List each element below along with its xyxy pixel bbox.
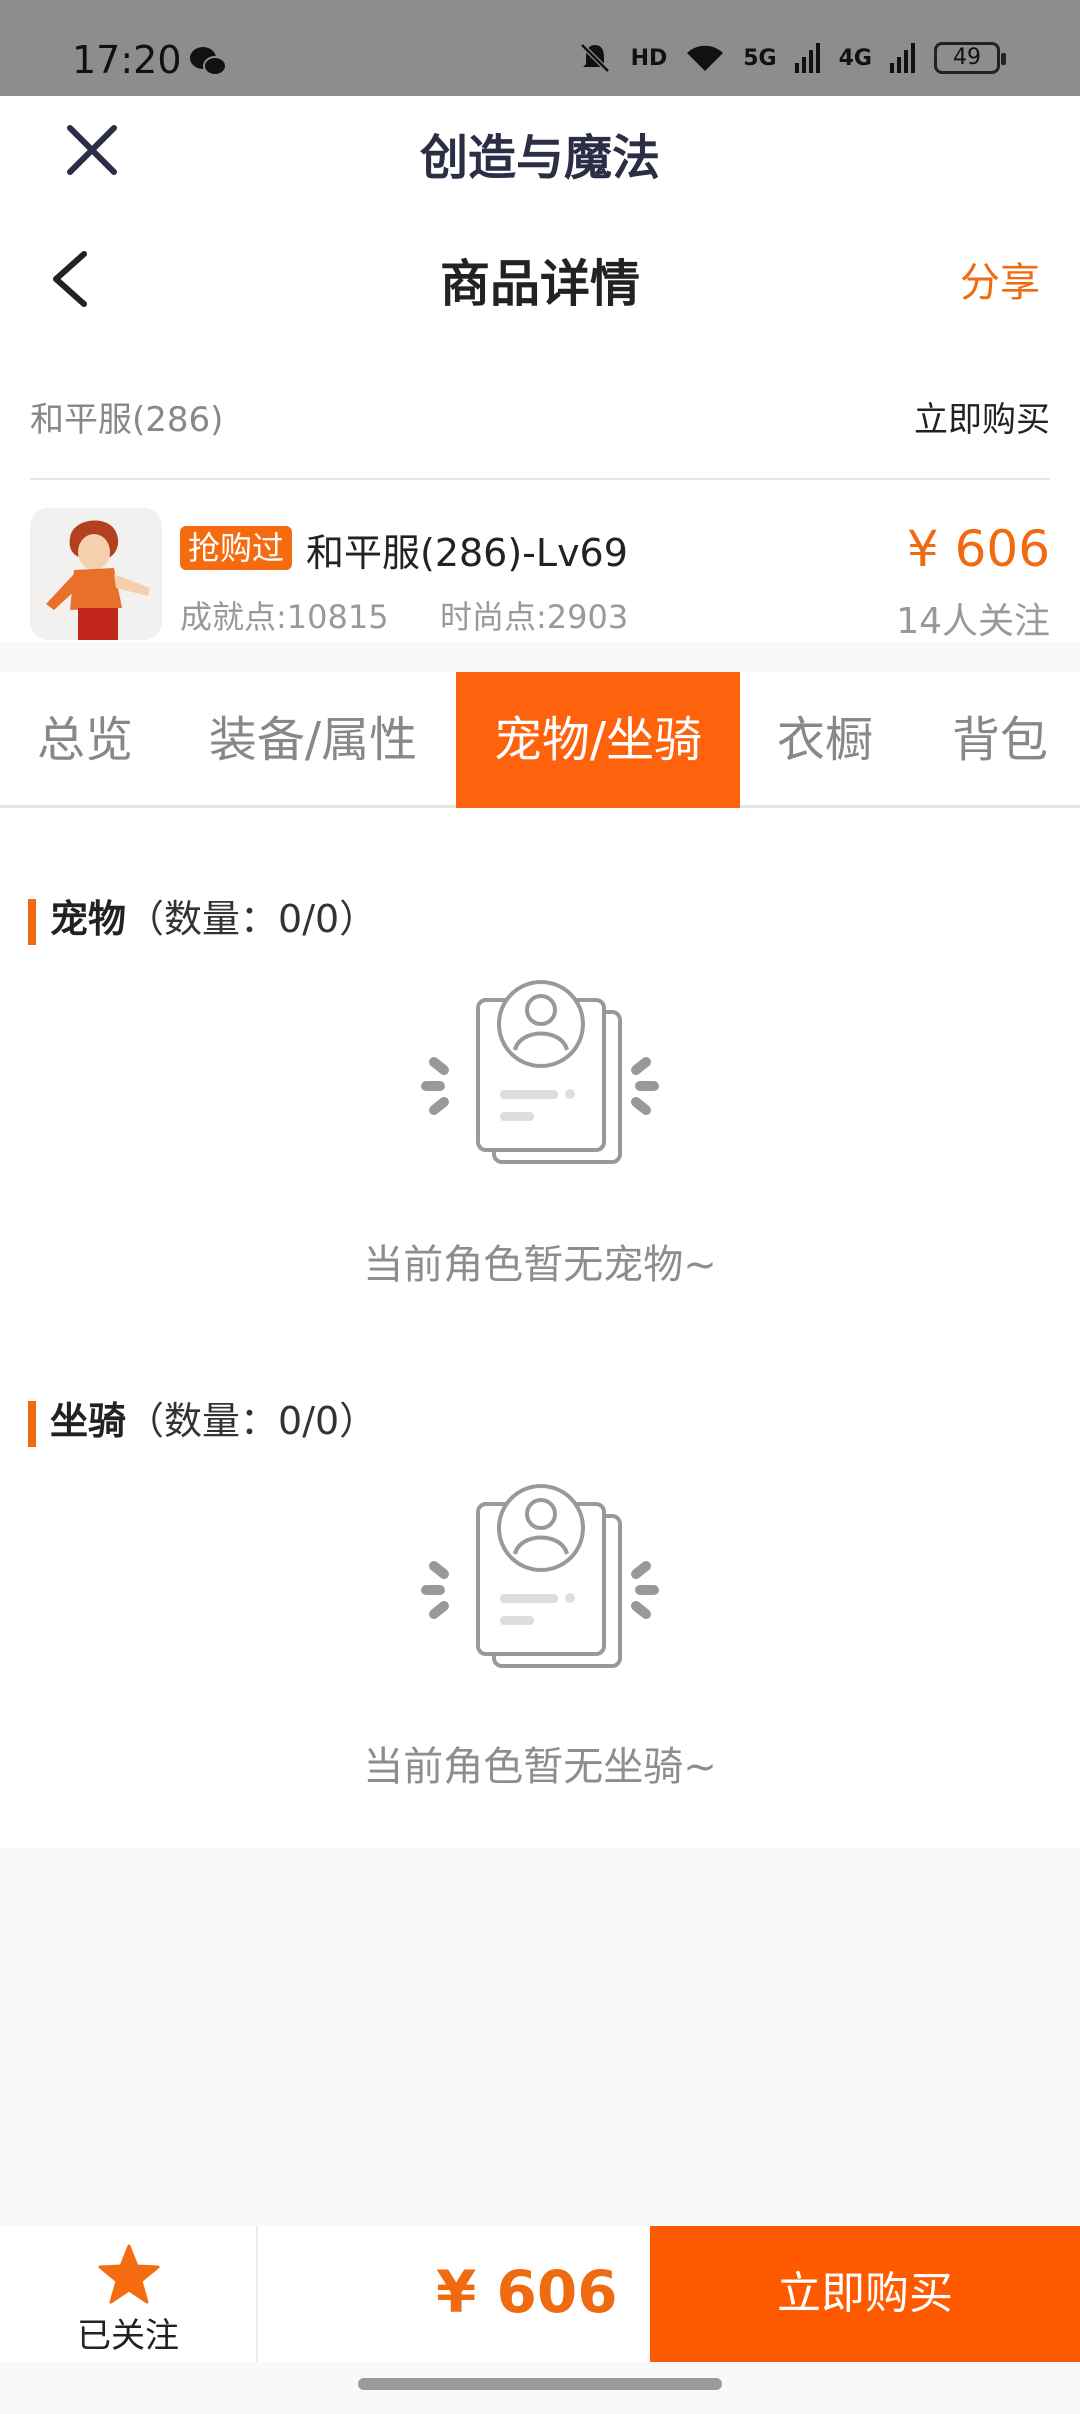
- 4g-label: 4G: [838, 45, 872, 71]
- mounts-empty-text: 当前角色暂无坐骑~: [363, 1744, 717, 1790]
- buy-now-button[interactable]: 立即购买: [650, 2226, 1080, 2362]
- detail-tabs: 总览 装备/属性 宠物/坐骑 衣橱 背包: [0, 672, 1080, 808]
- home-indicator[interactable]: [358, 2378, 722, 2390]
- pets-count: （数量：0/0）: [126, 897, 378, 941]
- product-name: 和平服(286)-Lv69: [306, 531, 628, 575]
- share-button[interactable]: 分享: [960, 250, 1040, 308]
- achievement-points: 成就点:10815: [180, 598, 389, 636]
- fashion-points: 时尚点:2903: [440, 598, 629, 636]
- nav-bar: 商品详情 分享: [0, 204, 1080, 354]
- hd-label: HD: [630, 45, 668, 71]
- tab-content: 宠物（数量：0/0） 当前角色暂无宠物~ 坐骑（数量：0/0） 当前角色暂无坐骑…: [0, 808, 1080, 1848]
- product-price: ¥ 606: [906, 520, 1050, 578]
- product-summary: 抢购过 和平服(286)-Lv69 成就点:10815 时尚点:2903 ¥ 6…: [0, 480, 1080, 642]
- buy-now-link[interactable]: 立即购买: [914, 392, 1050, 441]
- status-bar: 17:20 HD 5G 4G 49: [0, 0, 1080, 96]
- section-marker: [28, 1400, 36, 1447]
- battery-icon: 49: [934, 42, 1006, 74]
- star-icon: [98, 2244, 160, 2304]
- mounts-section-title: 坐骑（数量：0/0）: [28, 1390, 377, 1447]
- mute-icon: [579, 43, 610, 73]
- signal-icon: [890, 43, 915, 73]
- tab-backpack[interactable]: 背包: [920, 672, 1080, 808]
- app-title: 创造与魔法: [419, 130, 660, 186]
- character-illustration: [30, 508, 162, 640]
- tab-overview[interactable]: 总览: [0, 672, 170, 808]
- webview-header: 创造与魔法: [0, 96, 1080, 204]
- signal-icon: [794, 43, 820, 73]
- empty-state-icon: [421, 980, 659, 1164]
- empty-state-icon: [421, 1484, 659, 1668]
- tab-equipment[interactable]: 装备/属性: [190, 672, 436, 808]
- status-time: 17:20: [72, 38, 182, 82]
- character-avatar: [30, 508, 162, 640]
- server-name: 和平服(286): [30, 400, 224, 440]
- mounts-count: （数量：0/0）: [126, 1399, 378, 1443]
- mounts-label: 坐骑: [50, 1399, 127, 1443]
- 5g-label: 5G: [743, 45, 777, 71]
- purchased-badge: 抢购过: [180, 526, 293, 570]
- wifi-icon: [687, 45, 724, 71]
- status-indicators: HD 5G 4G 49: [577, 40, 1006, 76]
- section-marker: [28, 898, 36, 945]
- bottom-price: ¥ 606: [436, 2258, 618, 2326]
- pets-section-title: 宠物（数量：0/0）: [28, 888, 377, 945]
- bottom-action-bar: 已关注 ¥ 606 立即购买: [0, 2226, 1080, 2362]
- follow-button[interactable]: 已关注: [0, 2226, 258, 2362]
- pets-empty-text: 当前角色暂无宠物~: [363, 1242, 717, 1288]
- tab-pets-mounts[interactable]: 宠物/坐骑: [456, 672, 740, 808]
- page-title: 商品详情: [440, 255, 640, 313]
- wechat-icon: [190, 47, 227, 76]
- follow-label: 已关注: [77, 2316, 179, 2356]
- tab-wardrobe[interactable]: 衣橱: [750, 672, 900, 808]
- follower-count: 14人关注: [896, 601, 1050, 642]
- server-row: 和平服(286) 立即购买: [0, 354, 1080, 480]
- pets-label: 宠物: [50, 897, 127, 941]
